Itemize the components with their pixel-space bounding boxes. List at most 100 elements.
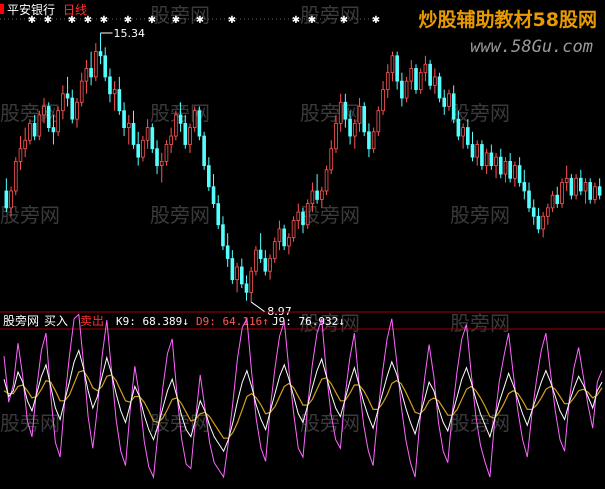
candle-body (249, 270, 254, 293)
candle-body (390, 55, 395, 74)
candle-body (465, 127, 470, 145)
star-marker-icon: ✱ (100, 15, 108, 26)
candle (46, 102, 51, 132)
candle-body (225, 245, 230, 259)
indicator-title: 股旁网 (3, 313, 39, 328)
star-marker-icon: ✱ (372, 15, 380, 26)
candle-body (145, 127, 150, 141)
candle-body (352, 122, 357, 137)
candle-body (174, 114, 178, 137)
candle (150, 123, 155, 153)
candle-body (564, 177, 569, 183)
candle-body (513, 165, 517, 179)
candle-body (202, 135, 206, 167)
star-marker-icon: ✱ (172, 15, 180, 26)
candle-body (188, 127, 192, 145)
title-block: 平安银行 日线 (0, 2, 87, 17)
candle-body (414, 68, 418, 90)
watermark-tile: 股旁网 (450, 311, 510, 335)
candle (37, 110, 42, 141)
candle-body (70, 97, 75, 120)
candle-body (437, 76, 442, 99)
candle-body (258, 249, 263, 259)
candle-body (400, 80, 404, 99)
candle-body (268, 258, 272, 272)
candle-body (531, 207, 536, 217)
candle-body (13, 160, 18, 192)
candle-body (522, 182, 527, 192)
candle-body (409, 68, 414, 82)
site-watermark-text: 炒股辅助教材58股网 (419, 8, 597, 31)
candle-body (216, 203, 221, 226)
candle-body (536, 215, 541, 230)
candle-body (574, 177, 578, 196)
d9-readout: D9: 64.116↑ (196, 315, 269, 328)
candle-body (343, 101, 348, 120)
candle-body (583, 182, 588, 192)
candle-body (291, 220, 296, 238)
star-marker-icon: ✱ (148, 15, 156, 26)
candle-body (560, 182, 564, 205)
watermark-tile: 股旁网 (300, 411, 360, 435)
candle-body (456, 118, 461, 137)
indicator-header: 股旁网 买入 卖出 K9: 68.389↓ D9: 64.116↑ J9: 76… (3, 313, 345, 328)
candle-body (480, 144, 484, 167)
candle (480, 140, 484, 170)
stock-chart: 股旁网 股旁网股旁网 股旁网 股旁网 股旁网股旁网 股旁网 股旁网 股旁网股旁网 股旁网股旁网股… (0, 0, 605, 489)
candle-body (376, 110, 381, 133)
candle-body (221, 224, 225, 247)
candle (174, 110, 178, 141)
candle-body (555, 194, 560, 205)
candle-body (192, 110, 197, 128)
candle-body (508, 160, 512, 179)
candle-body (61, 93, 65, 112)
candle-body (348, 118, 352, 137)
candle-body (357, 106, 362, 124)
watermark-tile: 股旁网 (450, 411, 510, 435)
candle-body (527, 190, 531, 209)
candle-body (503, 160, 508, 175)
candle-body (282, 228, 286, 247)
candle-body (117, 89, 122, 112)
candle-body (550, 194, 555, 209)
candle-body (494, 156, 498, 167)
candle (362, 102, 367, 137)
candle (428, 60, 432, 90)
candle (414, 64, 418, 94)
candle-body (94, 51, 98, 78)
candle-body (315, 190, 319, 200)
site-url-text: www.58Gu.com (470, 37, 593, 57)
star-marker-icon: ✱ (292, 15, 300, 26)
candle-body (207, 165, 211, 188)
star-marker-icon: ✱ (340, 15, 348, 26)
candle-body (569, 177, 574, 196)
candle-body (301, 211, 305, 226)
candle-body (150, 127, 155, 150)
annotation-label: 15.34 (114, 27, 146, 40)
sell-label: 卖出 (80, 314, 104, 328)
candle-body (75, 101, 79, 120)
candle-body (371, 131, 376, 150)
k9-readout: K9: 68.389↓ (116, 315, 189, 328)
candle-body (136, 144, 141, 158)
candle-body (423, 63, 428, 74)
candle-body (475, 144, 480, 158)
candle-body (98, 51, 103, 57)
star-marker-icon: ✱ (308, 15, 316, 26)
candle-body (287, 237, 291, 247)
candle-body (164, 144, 169, 162)
watermark-tile: 股旁网 (150, 203, 210, 227)
candle-body (541, 215, 545, 230)
candle-body (461, 127, 465, 137)
candle-body (126, 122, 131, 128)
candle-body (310, 190, 315, 205)
candle-body (367, 131, 371, 150)
candle-body (4, 190, 9, 209)
star-marker-icon: ✱ (196, 15, 204, 26)
red-marker-icon (0, 4, 4, 14)
candle (376, 106, 381, 137)
buy-label: 买入 (44, 314, 68, 328)
candle-body (65, 93, 70, 99)
candle-body (305, 203, 310, 226)
period-label: 日线 (63, 3, 87, 17)
